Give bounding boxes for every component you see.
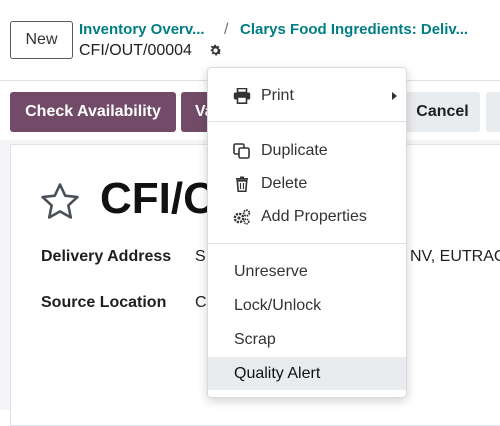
menu-divider <box>208 243 406 244</box>
menu-item-lock-unlock-label: Lock/Unlock <box>234 297 322 314</box>
printer-icon <box>233 88 251 104</box>
menu-item-delete[interactable]: Delete <box>208 168 406 200</box>
record-title: CFI/O <box>100 174 218 223</box>
delivery-address-value-tail[interactable]: NV, EUTRAC <box>410 248 500 266</box>
source-location-label: Source Location <box>41 294 167 311</box>
menu-item-unreserve-label: Unreserve <box>234 263 308 280</box>
menu-item-print[interactable]: Print <box>208 80 406 112</box>
trash-icon <box>236 176 248 192</box>
record-name: CFI/OUT/00004 <box>79 42 192 59</box>
menu-item-lock-unlock[interactable]: Lock/Unlock <box>208 290 406 322</box>
star-icon[interactable] <box>40 182 80 220</box>
new-button[interactable]: New <box>10 21 73 59</box>
next-button[interactable] <box>486 92 500 132</box>
menu-item-quality-alert[interactable]: Quality Alert <box>208 357 406 390</box>
breadcrumb-inventory-overview[interactable]: Inventory Overv... <box>79 21 205 38</box>
menu-item-delete-label: Delete <box>261 175 308 192</box>
menu-item-scrap-label: Scrap <box>234 331 276 348</box>
menu-item-duplicate-label: Duplicate <box>261 142 328 159</box>
breadcrumb-separator: / <box>224 21 229 38</box>
menu-item-duplicate[interactable]: Duplicate <box>208 135 406 167</box>
gears-icon <box>233 209 251 225</box>
gear-icon[interactable] <box>208 43 223 58</box>
action-menu: Print Duplicate Delete Add Properties Un… <box>207 67 407 398</box>
check-availability-button[interactable]: Check Availability <box>10 92 176 132</box>
menu-divider <box>208 121 406 122</box>
duplicate-icon <box>233 143 250 159</box>
menu-item-unreserve[interactable]: Unreserve <box>208 256 406 288</box>
cancel-button[interactable]: Cancel <box>405 92 480 132</box>
breadcrumb-delivery[interactable]: Clarys Food Ingredients: Deliv... <box>240 21 468 38</box>
menu-item-add-properties-label: Add Properties <box>261 208 367 225</box>
chevron-right-icon <box>392 92 397 100</box>
menu-item-add-properties[interactable]: Add Properties <box>208 201 406 233</box>
delivery-address-label: Delivery Address <box>41 248 172 265</box>
menu-item-quality-alert-label: Quality Alert <box>234 364 321 382</box>
menu-item-scrap[interactable]: Scrap <box>208 324 406 356</box>
menu-item-print-label: Print <box>261 87 294 104</box>
source-location-value[interactable]: C <box>195 294 207 312</box>
